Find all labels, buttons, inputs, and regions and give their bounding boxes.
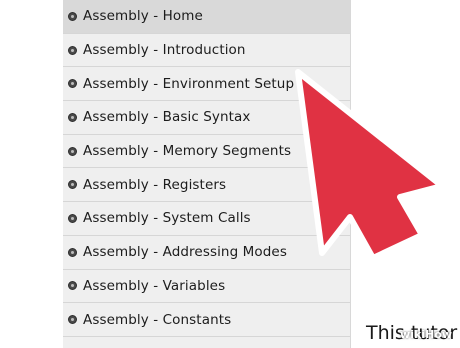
bullet-icon [68, 213, 77, 223]
sidebar-item-introduction[interactable]: Assembly - Introduction [63, 34, 350, 68]
bullet-icon [68, 247, 77, 257]
sidebar-item-memory-segments[interactable]: Assembly - Memory Segments [63, 135, 350, 169]
sidebar-item-label: Assembly - Basic Syntax [83, 109, 251, 126]
sidebar-item-variables[interactable]: Assembly - Variables [63, 270, 350, 304]
main-content: This tutor [351, 0, 460, 348]
sidebar-item-system-calls[interactable]: Assembly - System Calls [63, 202, 350, 236]
left-gutter [0, 0, 63, 348]
sidebar-item-label: Assembly - System Calls [83, 210, 251, 227]
tutorial-sidebar: Assembly - Home Assembly - Introduction … [63, 0, 351, 348]
sidebar-item-label: Assembly - Home [83, 8, 203, 25]
sidebar-item-home[interactable]: Assembly - Home [63, 0, 350, 34]
sidebar-item-label: Assembly - Variables [83, 277, 226, 294]
sidebar-item-registers[interactable]: Assembly - Registers [63, 168, 350, 203]
sidebar-item-addressing-modes[interactable]: Assembly - Addressing Modes [63, 236, 350, 270]
sidebar-item-label: Assembly - Registers [83, 176, 227, 193]
sidebar-item-label: Assembly - Introduction [83, 42, 246, 59]
bullet-icon [68, 180, 77, 190]
bullet-icon [68, 112, 77, 122]
sidebar-item-basic-syntax[interactable]: Assembly - Basic Syntax [63, 101, 350, 135]
screenshot-stage: Assembly - Home Assembly - Introduction … [0, 0, 460, 348]
sidebar-item-label: Assembly - Addressing Modes [83, 244, 287, 261]
sidebar-item-label: Assembly - Memory Segments [83, 143, 292, 160]
sidebar-item-label: Assembly - Environment Setup [83, 75, 295, 92]
sidebar-item-environment-setup[interactable]: Assembly - Environment Setup [63, 67, 350, 102]
bullet-icon [68, 281, 77, 291]
bullet-icon [68, 79, 77, 89]
bullet-icon [68, 45, 77, 55]
sidebar-item-constants[interactable]: Assembly - Constants [63, 303, 350, 337]
sidebar-item-label: Assembly - Constants [83, 311, 232, 328]
bullet-icon [68, 11, 77, 21]
watermark-text: wikiHow [400, 328, 452, 341]
bullet-icon [68, 146, 77, 156]
bullet-icon [68, 315, 77, 325]
sidebar-nav-list: Assembly - Home Assembly - Introduction … [63, 0, 350, 337]
